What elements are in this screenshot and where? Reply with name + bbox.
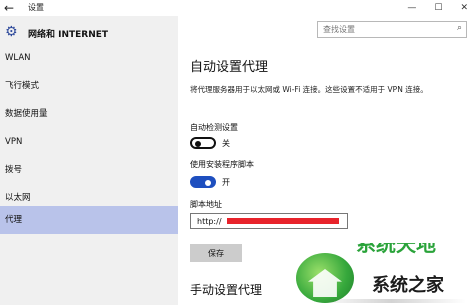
auto-detect-toggle[interactable] xyxy=(190,137,216,149)
window-title: 设置 xyxy=(28,3,44,12)
title-bar: ← 设置 — ☐ ✕ xyxy=(0,0,474,16)
watermark-streak xyxy=(316,299,466,303)
house-icon xyxy=(308,269,342,297)
sidebar-item-vpn[interactable]: VPN xyxy=(0,128,178,156)
auto-proxy-heading: 自动设置代理 xyxy=(190,60,269,75)
window-controls: — ☐ ✕ xyxy=(407,0,468,16)
search-box[interactable]: ⌕ xyxy=(317,21,467,38)
use-script-toggle[interactable] xyxy=(190,176,216,188)
watermark: 系统天地 系统之家 xyxy=(296,243,474,305)
watermark-logo xyxy=(296,253,354,303)
redaction-bar xyxy=(227,218,339,224)
maximize-button[interactable]: ☐ xyxy=(434,3,442,13)
toggle-knob xyxy=(205,180,211,186)
script-address-field[interactable] xyxy=(190,213,348,229)
auto-detect-label: 自动检测设置 xyxy=(190,123,238,132)
toggle-knob xyxy=(195,141,201,147)
sidebar-item-data-usage[interactable]: 数据使用量 xyxy=(0,100,178,128)
auto-detect-state: 关 xyxy=(222,139,230,148)
gear-icon: ⚙ xyxy=(5,24,18,40)
watermark-partial-text: 系统天地 xyxy=(356,243,436,256)
minimize-button[interactable]: — xyxy=(407,3,416,13)
sidebar-item-dialup[interactable]: 拨号 xyxy=(0,156,178,184)
search-icon[interactable]: ⌕ xyxy=(457,23,462,33)
sidebar-item-airplane-mode[interactable]: 飞行模式 xyxy=(0,72,178,100)
sidebar-title: 网络和 INTERNET xyxy=(28,30,109,40)
use-script-state: 开 xyxy=(222,178,230,187)
sidebar-item-wlan[interactable]: WLAN xyxy=(0,44,178,72)
script-address-input[interactable] xyxy=(197,215,227,227)
back-arrow-icon[interactable]: ← xyxy=(4,0,14,16)
close-button[interactable]: ✕ xyxy=(460,3,468,13)
script-address-label: 脚本地址 xyxy=(190,200,222,209)
use-script-label: 使用安装程序脚本 xyxy=(190,160,254,169)
watermark-text: 系统之家 xyxy=(372,275,444,296)
sidebar: ⚙ 网络和 INTERNET WLAN 飞行模式 数据使用量 VPN 拨号 以太… xyxy=(0,16,178,305)
search-input[interactable] xyxy=(323,23,443,36)
auto-proxy-description: 将代理服务器用于以太网或 Wi-Fi 连接。这些设置不适用于 VPN 连接。 xyxy=(190,85,428,94)
sidebar-item-proxy[interactable]: 代理 xyxy=(0,206,178,234)
save-button[interactable]: 保存 xyxy=(190,244,242,262)
manual-proxy-heading: 手动设置代理 xyxy=(190,283,263,297)
